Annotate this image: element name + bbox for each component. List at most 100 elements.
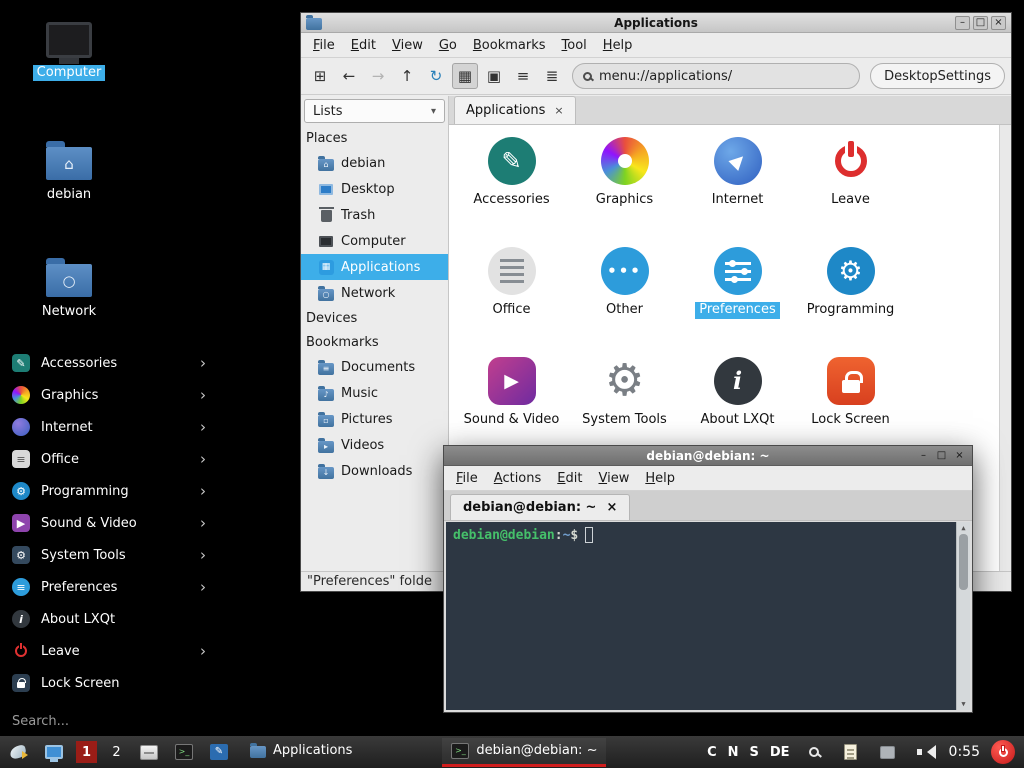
search-tray-button[interactable]: [801, 739, 827, 765]
computer-icon: [319, 236, 333, 247]
show-desktop-button[interactable]: [41, 739, 67, 765]
desktop-icon-computer[interactable]: Computer: [21, 22, 117, 81]
minimize-button[interactable]: –: [916, 449, 931, 463]
fm-item-graphics[interactable]: Graphics: [569, 137, 681, 247]
compact-view-button[interactable]: ≡: [510, 63, 536, 89]
fm-item-leave[interactable]: Leave: [795, 137, 907, 247]
quicklaunch-file-manager[interactable]: [136, 739, 162, 765]
menu-edit[interactable]: Edit: [549, 468, 590, 489]
sidebar-item-trash[interactable]: Trash: [301, 202, 448, 228]
terminal-output[interactable]: debian@debian:~$ ▲ ▼: [446, 522, 970, 710]
sidebar-item-desktop[interactable]: Desktop: [301, 176, 448, 202]
menu-item-preferences[interactable]: ≡ Preferences ›: [0, 571, 218, 603]
task-terminal[interactable]: >_ debian@debian: ~: [442, 738, 606, 767]
sidebar-mode-selector[interactable]: Lists ▾: [304, 99, 445, 123]
reload-button[interactable]: ↻: [423, 63, 449, 89]
close-button[interactable]: ×: [952, 449, 967, 463]
close-button[interactable]: ×: [991, 16, 1006, 30]
up-button[interactable]: ↑: [394, 63, 420, 89]
sidebar-item-debian[interactable]: ⌂ debian: [301, 150, 448, 176]
accessories-icon: ✎: [488, 137, 536, 185]
menu-bookmarks[interactable]: Bookmarks: [465, 35, 554, 56]
sidebar-item-label: Applications: [341, 260, 420, 275]
fm-item-internet[interactable]: ▶ Internet: [682, 137, 794, 247]
submenu-arrow-icon: ›: [200, 546, 206, 564]
desktop-icon-debian[interactable]: ⌂ debian: [21, 138, 117, 203]
main-menu-button[interactable]: [6, 739, 32, 765]
menu-item-programming[interactable]: ⚙ Programming ›: [0, 475, 218, 507]
sidebar-item-network[interactable]: ○ Network: [301, 280, 448, 306]
keyboard-layout-indicator[interactable]: DE: [770, 745, 790, 760]
sidebar-item-documents[interactable]: ≡ Documents: [301, 354, 448, 380]
menu-file[interactable]: File: [448, 468, 486, 489]
desktop-icon-network[interactable]: ○ Network: [21, 255, 117, 320]
workspace-1-button[interactable]: 1: [76, 741, 97, 763]
menu-go[interactable]: Go: [431, 35, 465, 56]
minimize-button[interactable]: –: [955, 16, 970, 30]
menu-item-accessories[interactable]: ✎ Accessories ›: [0, 347, 218, 379]
vertical-scrollbar[interactable]: [999, 125, 1011, 571]
fm-item-preferences[interactable]: Preferences: [682, 247, 794, 357]
clock[interactable]: 0:55: [949, 744, 980, 760]
thumbnail-view-button[interactable]: ▣: [481, 63, 507, 89]
task-applications[interactable]: Applications: [241, 738, 361, 767]
menu-search-input[interactable]: [12, 714, 206, 729]
menu-tool[interactable]: Tool: [554, 35, 595, 56]
menu-view[interactable]: View: [590, 468, 637, 489]
scroll-down-icon[interactable]: ▼: [961, 700, 965, 708]
menu-item-leave[interactable]: Leave ›: [0, 635, 218, 667]
menu-file[interactable]: File: [305, 35, 343, 56]
volume-button[interactable]: [912, 739, 938, 765]
path-bar[interactable]: menu://applications/: [572, 63, 860, 89]
quicklaunch-editor[interactable]: ✎: [206, 739, 232, 765]
sidebar-item-applications[interactable]: ▦ Applications: [301, 254, 448, 280]
terminal-titlebar[interactable]: debian@debian: ~ – □ ×: [444, 446, 972, 466]
terminal-scrollbar[interactable]: ▲ ▼: [956, 522, 970, 710]
fm-item-programming[interactable]: ⚙ Programming: [795, 247, 907, 357]
icon-view-button[interactable]: ▦: [452, 63, 478, 89]
terminal-tab[interactable]: debian@debian: ~ ×: [450, 494, 630, 520]
path-segment-desktopsettings[interactable]: DesktopSettings: [870, 63, 1005, 89]
leave-button[interactable]: [991, 740, 1015, 764]
tab-close-icon[interactable]: ×: [554, 104, 563, 117]
scroll-up-icon[interactable]: ▲: [961, 524, 965, 532]
menu-edit[interactable]: Edit: [343, 35, 384, 56]
forward-button[interactable]: →: [365, 63, 391, 89]
fm-item-other[interactable]: ••• Other: [569, 247, 681, 357]
tab-close-icon[interactable]: ×: [606, 500, 617, 515]
sidebar-item-label: Pictures: [341, 412, 392, 427]
sidebar-item-music[interactable]: ♪ Music: [301, 380, 448, 406]
menu-help[interactable]: Help: [637, 468, 683, 489]
menu-item-label: Lock Screen: [41, 676, 119, 691]
tab-applications[interactable]: Applications ×: [454, 96, 576, 124]
sidebar-item-videos[interactable]: ▸ Videos: [301, 432, 448, 458]
menu-item-system-tools[interactable]: ⚙ System Tools ›: [0, 539, 218, 571]
new-tab-button[interactable]: ⊞: [307, 63, 333, 89]
removable-media-button[interactable]: [875, 739, 901, 765]
maximize-button[interactable]: □: [973, 16, 988, 30]
menu-help[interactable]: Help: [595, 35, 641, 56]
scrollbar-thumb[interactable]: [959, 534, 968, 590]
maximize-button[interactable]: □: [934, 449, 949, 463]
sidebar-item-downloads[interactable]: ↓ Downloads: [301, 458, 448, 484]
taskbar-panel: 1 2 >_ ✎ Applications >_ debian@debian: …: [0, 736, 1024, 768]
menu-item-about-lxqt[interactable]: i About LXQt: [0, 603, 218, 635]
fm-item-label: Accessories: [469, 192, 553, 209]
menu-item-sound-video[interactable]: ▶ Sound & Video ›: [0, 507, 218, 539]
menu-actions[interactable]: Actions: [486, 468, 550, 489]
sidebar-item-computer[interactable]: Computer: [301, 228, 448, 254]
workspace-2-button[interactable]: 2: [106, 741, 127, 763]
fm-titlebar[interactable]: Applications – □ ×: [301, 13, 1011, 33]
fm-item-office[interactable]: Office: [456, 247, 568, 357]
back-button[interactable]: ←: [336, 63, 362, 89]
detailed-view-button[interactable]: ≣: [539, 63, 565, 89]
menu-view[interactable]: View: [384, 35, 431, 56]
clipboard-tray-button[interactable]: [838, 739, 864, 765]
menu-item-lock-screen[interactable]: Lock Screen: [0, 667, 218, 699]
menu-item-internet[interactable]: Internet ›: [0, 411, 218, 443]
sidebar-item-pictures[interactable]: ▫ Pictures: [301, 406, 448, 432]
fm-item-accessories[interactable]: ✎ Accessories: [456, 137, 568, 247]
menu-item-office[interactable]: ≡ Office ›: [0, 443, 218, 475]
quicklaunch-terminal[interactable]: >_: [171, 739, 197, 765]
menu-item-graphics[interactable]: Graphics ›: [0, 379, 218, 411]
